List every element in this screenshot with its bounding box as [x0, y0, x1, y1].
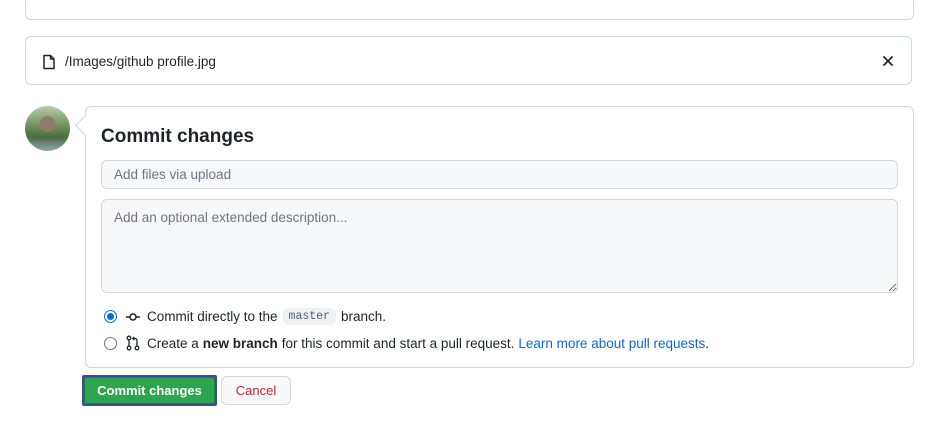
- commit-direct-suffix: branch.: [340, 309, 386, 324]
- file-path: /Images/github profile.jpg: [65, 54, 216, 69]
- commit-form: Commit changes Commit directly to the ma…: [85, 106, 914, 368]
- avatar: [25, 106, 70, 151]
- new-branch-prefix: Create a: [147, 335, 199, 351]
- file-icon: [42, 54, 56, 70]
- uploaded-file-row: /Images/github profile.jpg: [25, 36, 912, 85]
- commit-direct-option[interactable]: Commit directly to the master branch.: [104, 308, 386, 325]
- new-branch-bold: new branch: [202, 335, 278, 351]
- remove-file-close-icon[interactable]: [879, 52, 897, 70]
- commit-changes-button[interactable]: Commit changes: [82, 375, 217, 406]
- commit-direct-radio[interactable]: [104, 310, 117, 323]
- learn-more-link[interactable]: Learn more about pull requests: [518, 336, 705, 351]
- cancel-button[interactable]: Cancel: [221, 376, 291, 405]
- commit-title: Commit changes: [101, 126, 255, 147]
- new-branch-option[interactable]: Create a new branch for this commit and …: [104, 335, 709, 351]
- commit-summary-input[interactable]: [101, 160, 898, 189]
- git-pull-request-icon: [125, 335, 141, 351]
- new-branch-suffix: for this commit and start a pull request…: [281, 335, 515, 351]
- new-branch-radio[interactable]: [104, 336, 117, 350]
- learn-more-period: .: [705, 335, 710, 351]
- commit-direct-label: Commit directly to the: [147, 309, 278, 324]
- git-commit-icon: [125, 309, 141, 325]
- branch-name: master: [282, 308, 336, 325]
- previous-panel: [25, 0, 914, 20]
- commit-description-input[interactable]: [101, 199, 898, 293]
